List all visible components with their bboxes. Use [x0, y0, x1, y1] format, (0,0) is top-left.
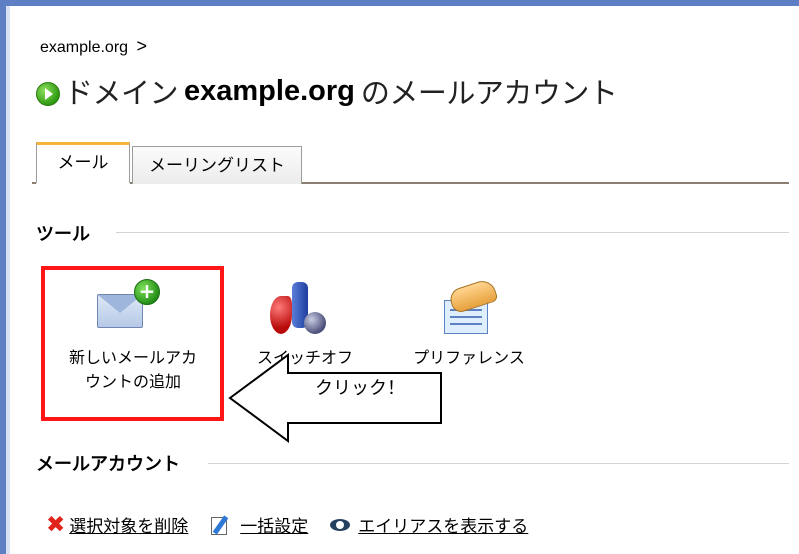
switch-icon[interactable] [270, 282, 328, 336]
mail-account-actions: ✖ 選択対象を削除 一括設定 エイリアスを表示する [46, 512, 550, 537]
delete-selected-link[interactable]: 選択対象を削除 [69, 512, 188, 537]
tab-mailing-list[interactable]: メーリングリスト [132, 146, 302, 184]
breadcrumb-link-domain[interactable]: example.org [40, 39, 128, 56]
preferences-icon[interactable] [442, 277, 499, 334]
bulk-settings-link[interactable]: 一括設定 [240, 512, 308, 537]
page-title-domain: example.org [184, 74, 355, 107]
show-aliases-action[interactable]: エイリアスを表示する [330, 512, 528, 537]
show-aliases-link[interactable]: エイリアスを表示する [358, 512, 528, 537]
tab-mail[interactable]: メール [36, 142, 130, 184]
bulk-settings-action[interactable]: 一括設定 [210, 512, 308, 537]
click-callout: クリック！ [228, 353, 444, 443]
tab-bar: メール メーリングリスト [32, 140, 789, 184]
breadcrumb-separator: > [136, 36, 148, 56]
delete-selected-action[interactable]: ✖ 選択対象を削除 [46, 512, 188, 537]
page-title-suffix: のメールアカウント [360, 76, 618, 110]
section-heading-mail-accounts: メールアカウント [36, 454, 180, 475]
window-top-border [0, 0, 799, 6]
switch-icon-red [270, 296, 292, 334]
section-divider-tools [116, 232, 789, 233]
switch-icon-ball [304, 312, 326, 334]
breadcrumb: example.org > [40, 36, 147, 57]
eye-icon [330, 518, 351, 531]
highlight-box [41, 266, 224, 421]
delete-x-icon: ✖ [46, 511, 66, 538]
window-inner-border [6, 6, 10, 554]
page-title: ドメイン example.org のメールアカウント [36, 70, 618, 112]
callout-text: クリック！ [315, 378, 405, 399]
section-heading-tools: ツール [36, 224, 90, 245]
go-arrow-icon [36, 82, 60, 106]
page-title-prefix: ドメイン [64, 76, 179, 110]
section-divider-mail-accounts [208, 463, 789, 464]
edit-icon [210, 514, 230, 535]
